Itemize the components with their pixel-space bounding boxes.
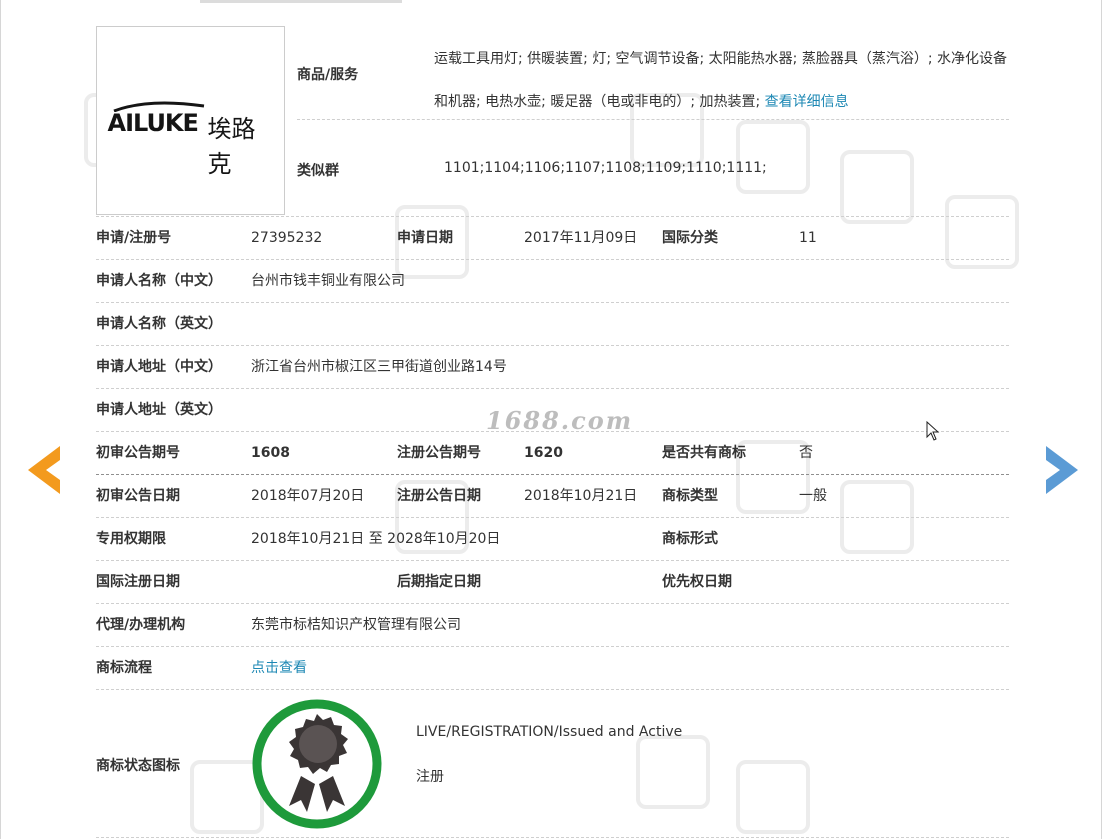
application-date-label: 申请日期 (397, 230, 453, 246)
trademark-flow-label: 商标流程 (96, 660, 152, 676)
applicant-address-cn-value: 浙江省台州市椒江区三甲街道创业路14号 (251, 359, 507, 375)
view-details-link[interactable]: 查看详细信息 (765, 94, 849, 110)
reg-issue-value: 1620 (524, 445, 563, 461)
table-row-agent: 代理/办理机构 东莞市标桔知识产权管理有限公司 (96, 604, 1009, 647)
later-designation-date-label: 后期指定日期 (397, 574, 481, 590)
previous-arrow-icon[interactable] (24, 442, 64, 498)
goods-services-label: 商品/服务 (297, 67, 359, 83)
logo-latin-text: AILUKE (107, 108, 199, 137)
info-table: 申请/注册号 27395232 申请日期 2017年11月09日 国际分类 11… (96, 216, 1009, 838)
similar-group-label: 类似群 (297, 163, 339, 179)
trademark-image[interactable]: AILUKE 埃路克 (96, 26, 285, 215)
goods-services-text: 运载工具用灯; 供暖装置; 灯; 空气调节设备; 太阳能热水器; 蒸脸器具（蒸汽… (434, 38, 1009, 124)
reg-number-value: 27395232 (251, 230, 323, 246)
table-row-intl-dates: 国际注册日期 后期指定日期 优先权日期 (96, 561, 1009, 604)
table-row-exclusive-period: 专用权期限 2018年10月21日 至 2028年10月20日 商标形式 (96, 518, 1009, 561)
application-date-value: 2017年11月09日 (524, 230, 638, 246)
top-tab-strip (0, 0, 1103, 4)
registered-award-badge-icon (252, 699, 382, 829)
table-row-registration: 申请/注册号 27395232 申请日期 2017年11月09日 国际分类 11 (96, 217, 1009, 260)
status-english-text: LIVE/REGISTRATION/Issued and Active (416, 724, 683, 740)
goods-services-list: 运载工具用灯; 供暖装置; 灯; 空气调节设备; 太阳能热水器; 蒸脸器具（蒸汽… (434, 51, 1007, 110)
similar-group-value: 1101;1104;1106;1107;1108;1109;1110;1111; (444, 160, 767, 176)
shared-trademark-label: 是否共有商标 (662, 445, 746, 461)
shared-trademark-value: 否 (799, 445, 813, 461)
applicant-address-en-label: 申请人地址（英文） (96, 402, 222, 418)
table-row-issue-dates: 初审公告日期 2018年07月20日 注册公告日期 2018年10月21日 商标… (96, 475, 1009, 518)
similar-group-row: 类似群 1101;1104;1106;1107;1108;1109;1110;1… (297, 120, 1009, 216)
exclusive-period-value: 2018年10月21日 至 2028年10月20日 (251, 531, 501, 547)
applicant-name-cn-value: 台州市钱丰铜业有限公司 (251, 273, 405, 289)
table-row-applicant-cn: 申请人名称（中文） 台州市钱丰铜业有限公司 (96, 260, 1009, 303)
trademark-header: AILUKE 埃路克 商品/服务 运载工具用灯; 供暖装置; 灯; 空气调节设备… (96, 24, 1009, 216)
prelim-date-label: 初审公告日期 (96, 488, 180, 504)
intl-class-label: 国际分类 (662, 230, 718, 246)
status-chinese-text: 注册 (416, 769, 444, 785)
next-arrow-icon[interactable] (1042, 442, 1082, 498)
priority-date-label: 优先权日期 (662, 574, 732, 590)
prelim-issue-label: 初审公告期号 (96, 445, 180, 461)
intl-reg-date-label: 国际注册日期 (96, 574, 180, 590)
applicant-name-cn-label: 申请人名称（中文） (96, 273, 222, 289)
trademark-type-label: 商标类型 (662, 488, 718, 504)
table-row-issue-numbers: 初审公告期号 1608 注册公告期号 1620 是否共有商标 否 (96, 432, 1009, 475)
intl-class-value: 11 (799, 230, 817, 246)
tab-stub[interactable] (200, 0, 402, 3)
mouse-pointer-icon (926, 421, 940, 441)
reg-number-label: 申请/注册号 (96, 230, 172, 246)
trademark-type-value: 一般 (799, 488, 827, 504)
reg-issue-label: 注册公告期号 (397, 445, 481, 461)
table-row-address-cn: 申请人地址（中文） 浙江省台州市椒江区三甲街道创业路14号 (96, 346, 1009, 389)
applicant-name-en-label: 申请人名称（英文） (96, 316, 222, 332)
table-row-address-en: 申请人地址（英文） (96, 389, 1009, 432)
trademark-detail-panel: AILUKE 埃路克 商品/服务 运载工具用灯; 供暖装置; 灯; 空气调节设备… (96, 24, 1009, 838)
reg-date-label: 注册公告日期 (397, 488, 481, 504)
table-row-applicant-en: 申请人名称（英文） (96, 303, 1009, 346)
table-row-status: 商标状态图标 LIVE/REGISTRATION/Issued and Acti… (96, 690, 1009, 838)
trademark-logo: AILUKE 埃路克 (107, 96, 274, 178)
prelim-date-value: 2018年07月20日 (251, 488, 365, 504)
prelim-issue-value: 1608 (251, 445, 290, 461)
trademark-flow-link[interactable]: 点击查看 (251, 660, 307, 677)
agent-value: 东莞市标桔知识产权管理有限公司 (251, 617, 461, 633)
reg-date-value: 2018年10月21日 (524, 488, 638, 504)
applicant-address-cn-label: 申请人地址（中文） (96, 359, 222, 375)
frame-border-right (1101, 0, 1102, 839)
goods-services-row: 商品/服务 运载工具用灯; 供暖装置; 灯; 空气调节设备; 太阳能热水器; 蒸… (297, 24, 1009, 120)
status-icon-label: 商标状态图标 (96, 758, 180, 774)
logo-chinese-text: 埃路克 (207, 114, 256, 178)
agent-label: 代理/办理机构 (96, 617, 186, 633)
trademark-form-label: 商标形式 (662, 531, 718, 547)
exclusive-period-label: 专用权期限 (96, 531, 166, 547)
frame-border-left (0, 0, 1, 839)
table-row-flow: 商标流程 点击查看 (96, 647, 1009, 690)
